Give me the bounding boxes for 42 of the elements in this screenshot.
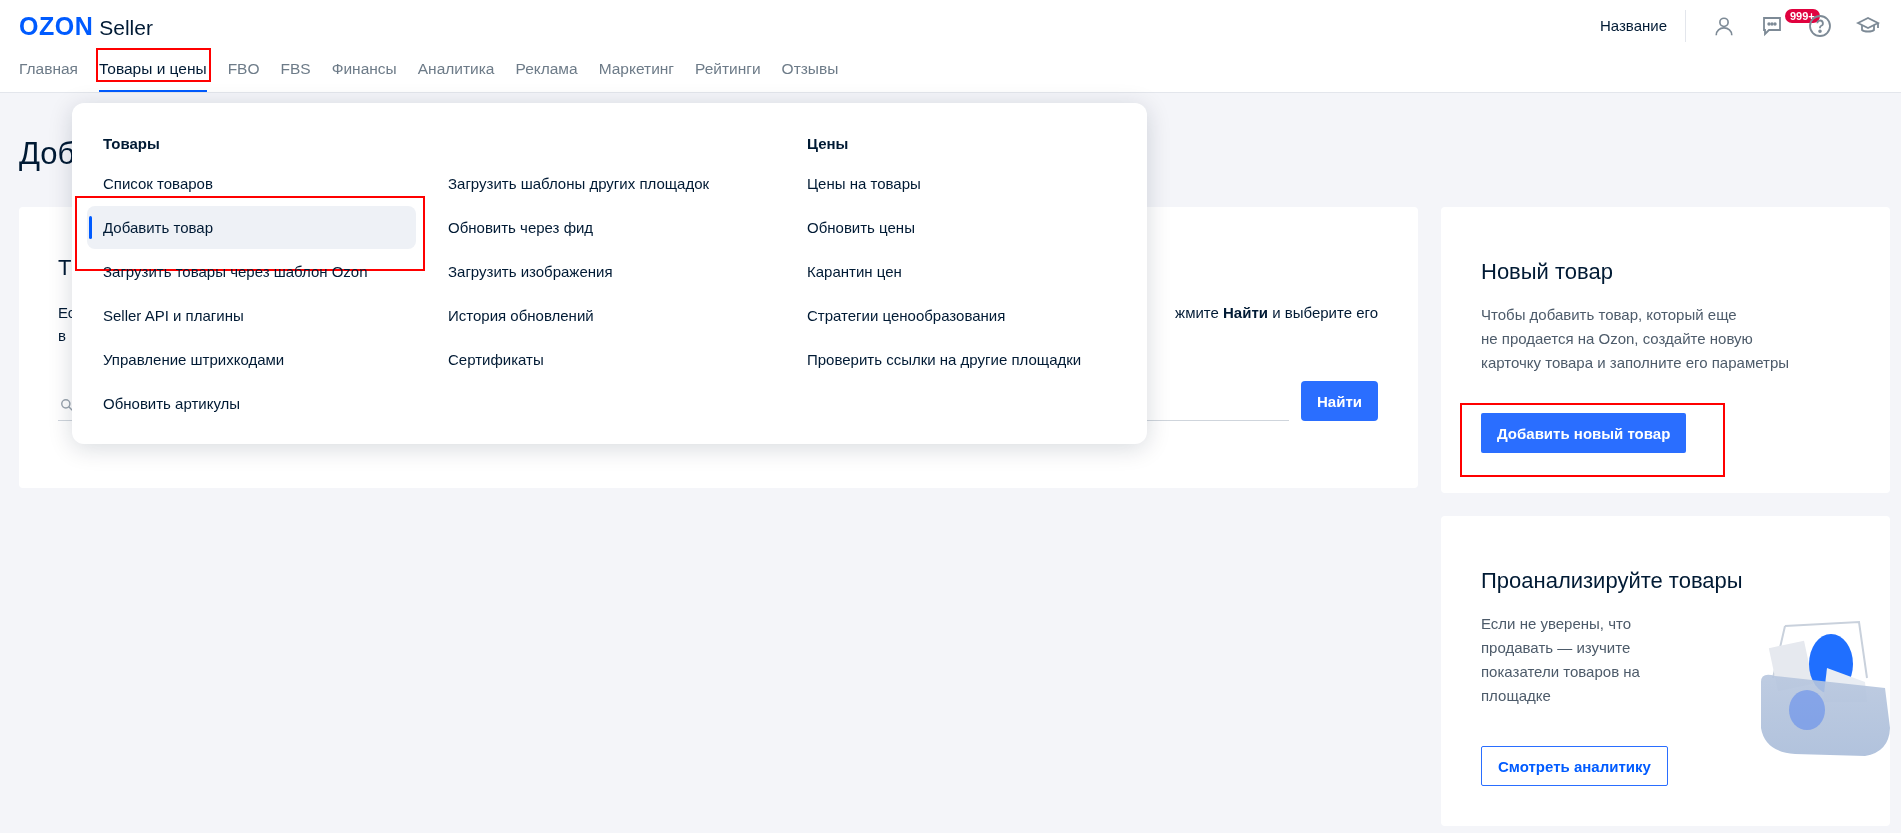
page-title: Доб xyxy=(19,135,76,173)
card-text: в xyxy=(58,326,66,346)
card-title: Новый товар xyxy=(1481,259,1614,285)
nav-tab[interactable]: Рейтинги xyxy=(695,48,761,92)
card-text: жмите Найти и выберите его xyxy=(1175,303,1378,323)
nav-tab[interactable]: Реклама xyxy=(515,48,578,92)
menu-item[interactable]: Список товаров xyxy=(87,162,416,205)
search-icon xyxy=(60,397,74,412)
menu-item[interactable]: Seller API и плагины xyxy=(87,294,416,337)
menu-item[interactable]: История обновлений xyxy=(432,294,791,337)
menu-item[interactable]: Проверить ссылки на другие площадки xyxy=(791,338,1147,381)
nav-tab[interactable]: FBS xyxy=(280,48,311,92)
menu-item[interactable]: Стратегии ценообразования xyxy=(791,294,1147,337)
nav-tab[interactable]: Аналитика xyxy=(417,48,495,92)
logo[interactable]: OZON Seller xyxy=(19,11,153,41)
menu-item[interactable]: Добавить товар xyxy=(87,206,416,249)
menu-heading: Цены xyxy=(806,134,850,154)
nav-tab[interactable]: Товары и цены xyxy=(99,48,207,92)
find-button[interactable]: Найти xyxy=(1301,381,1378,421)
menu-item[interactable]: Цены на товары xyxy=(791,162,1147,205)
menu-item[interactable]: Управление штрихкодами xyxy=(87,338,416,381)
nav-tab[interactable]: FBO xyxy=(227,48,260,92)
nav-tab[interactable]: Маркетинг xyxy=(598,48,674,92)
menu-item[interactable]: Сертификаты xyxy=(432,338,791,381)
add-product-button[interactable]: Добавить новый товар xyxy=(1481,413,1687,453)
company-name[interactable]: Название xyxy=(1599,10,1686,42)
menu-item[interactable]: Обновить цены xyxy=(791,206,1147,249)
analytics-button[interactable]: Смотреть аналитику xyxy=(1481,746,1668,786)
nav-tab[interactable]: Главная xyxy=(19,48,78,92)
nav-tab[interactable]: Финансы xyxy=(331,48,397,92)
card-title: Проанализируйте товары xyxy=(1481,568,1744,594)
menu-item[interactable]: Карантин цен xyxy=(791,250,1147,293)
card-title: Т xyxy=(58,255,72,281)
card-text: Если не уверены, что продавать — изучите показатели товаров на площадке xyxy=(1481,614,1641,706)
card-text: Чтобы добавить товар, который еще не продается на Ozon, создайте новую карточку товара и заполните его параметры xyxy=(1481,305,1791,373)
menu-item[interactable]: Обновить артикулы xyxy=(87,382,416,425)
nav-tab[interactable]: Отзывы xyxy=(781,48,839,92)
menu-item[interactable]: Загрузить шаблоны других площадок xyxy=(432,162,791,205)
menu-item[interactable]: Загрузить изображения xyxy=(432,250,791,293)
menu-heading: Товары xyxy=(102,134,161,154)
menu-item[interactable]: Обновить через фид xyxy=(432,206,791,249)
notification-badge: 999+ xyxy=(1785,9,1820,23)
